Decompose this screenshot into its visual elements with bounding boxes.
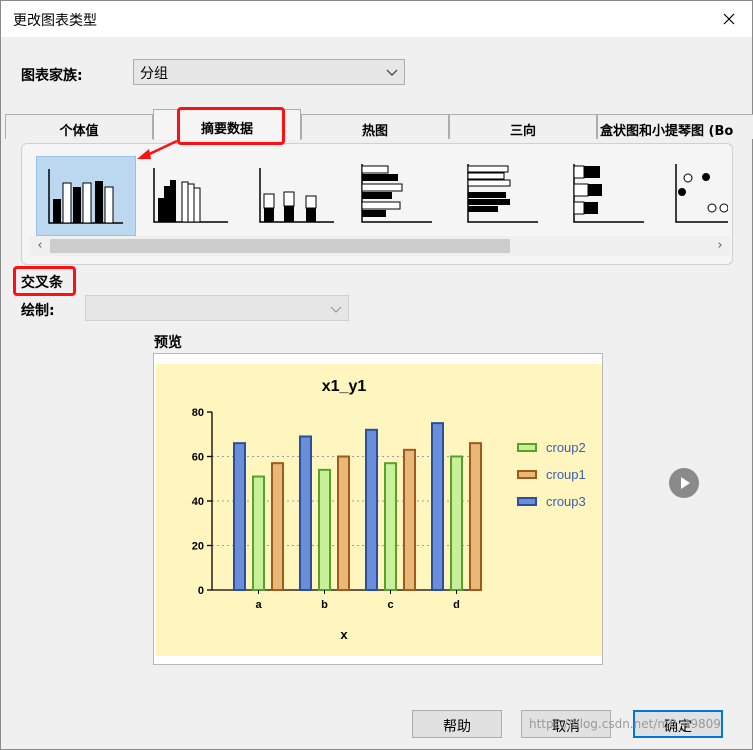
bar-croup1-a	[271, 462, 284, 591]
legend-swatch-croup3	[517, 497, 537, 506]
bar-croup2-b	[318, 468, 331, 591]
x-tick-label: c	[387, 599, 393, 611]
legend-label-croup1: croup1	[546, 467, 586, 482]
bar-croup3-a	[233, 442, 246, 592]
preview-label: 预览	[154, 335, 182, 351]
plot-select[interactable]	[85, 295, 349, 321]
title-bar: 更改图表类型	[1, 1, 752, 37]
bar-croup3-c	[365, 428, 378, 591]
chart-thumb-horizontal-bars-grouped[interactable]	[460, 156, 560, 236]
scroll-right-icon[interactable]: ›	[712, 238, 728, 254]
plot-label: 绘制:	[21, 303, 55, 319]
x-tick-label: a	[255, 599, 262, 611]
y-tick-label: 40	[192, 496, 204, 508]
bar-croup2-d	[450, 455, 463, 591]
chart-family-label: 图表家族:	[21, 68, 83, 84]
bar-croup2-a	[252, 475, 265, 591]
preview-chart: x1_y1 0 20 40 60 80 a b c d x croup2 croup1 croup3	[156, 364, 602, 656]
bar-croup3-b	[299, 435, 312, 591]
chevron-down-icon	[386, 69, 398, 76]
bar-croup1-d	[469, 442, 482, 592]
legend-swatch-croup2	[517, 443, 537, 452]
horizontal-bar-icon	[361, 164, 432, 223]
chart-thumb-bars-grouped[interactable]	[142, 156, 242, 236]
tab-individual-values[interactable]: 个体值	[5, 114, 153, 139]
chart-thumb-horizontal-bars[interactable]	[354, 156, 454, 236]
highlight-box-section	[13, 266, 76, 296]
chart-family-select[interactable]: 分组	[133, 59, 405, 85]
y-tick-label: 80	[192, 407, 204, 419]
chart-type-tabs: 个体值 摘要数据 热图 三向 盒状图和小提琴图 (Bo	[5, 109, 753, 140]
scrollbar-thumb[interactable]	[50, 239, 510, 253]
close-icon	[723, 13, 735, 25]
tab-box-violin[interactable]: 盒状图和小提琴图 (Bo	[597, 114, 753, 139]
close-button[interactable]	[706, 1, 752, 37]
bar-croup1-b	[337, 455, 350, 591]
x-tick-label: d	[453, 599, 460, 611]
chart-thumb-bars-stacked[interactable]	[248, 156, 348, 236]
chart-title: x1_y1	[322, 378, 367, 395]
chevron-down-icon	[330, 306, 342, 313]
tab-three-way[interactable]: 三向	[449, 114, 597, 139]
highlight-box-summary-tab	[177, 107, 285, 145]
dialog-title: 更改图表类型	[13, 13, 97, 29]
bar-croup1-c	[403, 448, 416, 591]
x-tick-label: b	[321, 599, 328, 611]
red-arrow-annotation	[137, 139, 178, 159]
bar-chart-icon	[48, 169, 123, 224]
scatter-icon	[675, 164, 728, 223]
legend-label-croup3: croup3	[546, 494, 586, 509]
tab-heatmap[interactable]: 热图	[301, 114, 449, 139]
x-axis-label: x	[340, 627, 348, 642]
scroll-left-icon[interactable]: ‹	[32, 238, 48, 254]
chart-thumb-dot-plot[interactable]	[672, 156, 728, 236]
y-tick-label: 0	[198, 585, 204, 597]
bar-chart-icon	[153, 168, 228, 223]
y-tick-label: 60	[192, 452, 204, 464]
change-chart-type-dialog: 更改图表类型 图表家族: 分组 个体值 摘要数据 热图 三向 盒状图和小提琴图 …	[0, 0, 753, 750]
bar-croup2-c	[384, 462, 397, 591]
chart-thumb-horizontal-bars-stacked[interactable]	[566, 156, 666, 236]
watermark: https://blog.csdn.net/m0_49809	[529, 717, 721, 731]
chart-type-gallery: ‹ ›	[21, 143, 733, 265]
horizontal-bar-icon	[467, 164, 538, 223]
horizontal-stacked-bar-icon	[573, 164, 644, 223]
stacked-bar-icon	[259, 168, 334, 223]
chart-background	[156, 364, 602, 656]
y-tick-label: 20	[192, 541, 204, 553]
gallery-scrollbar[interactable]: ‹ ›	[30, 236, 730, 256]
help-button[interactable]: 帮助	[412, 710, 502, 738]
chart-family-value: 分组	[140, 66, 168, 82]
legend-swatch-croup1	[517, 470, 537, 479]
legend-label-croup2: croup2	[546, 440, 586, 455]
play-button[interactable]	[669, 468, 699, 498]
chart-preview: x1_y1 0 20 40 60 80 a b c d x croup2 croup1 croup3	[153, 353, 603, 665]
chart-thumb-bars-side-by-side[interactable]	[36, 156, 136, 236]
play-icon	[681, 477, 690, 489]
bar-croup3-d	[431, 422, 444, 591]
